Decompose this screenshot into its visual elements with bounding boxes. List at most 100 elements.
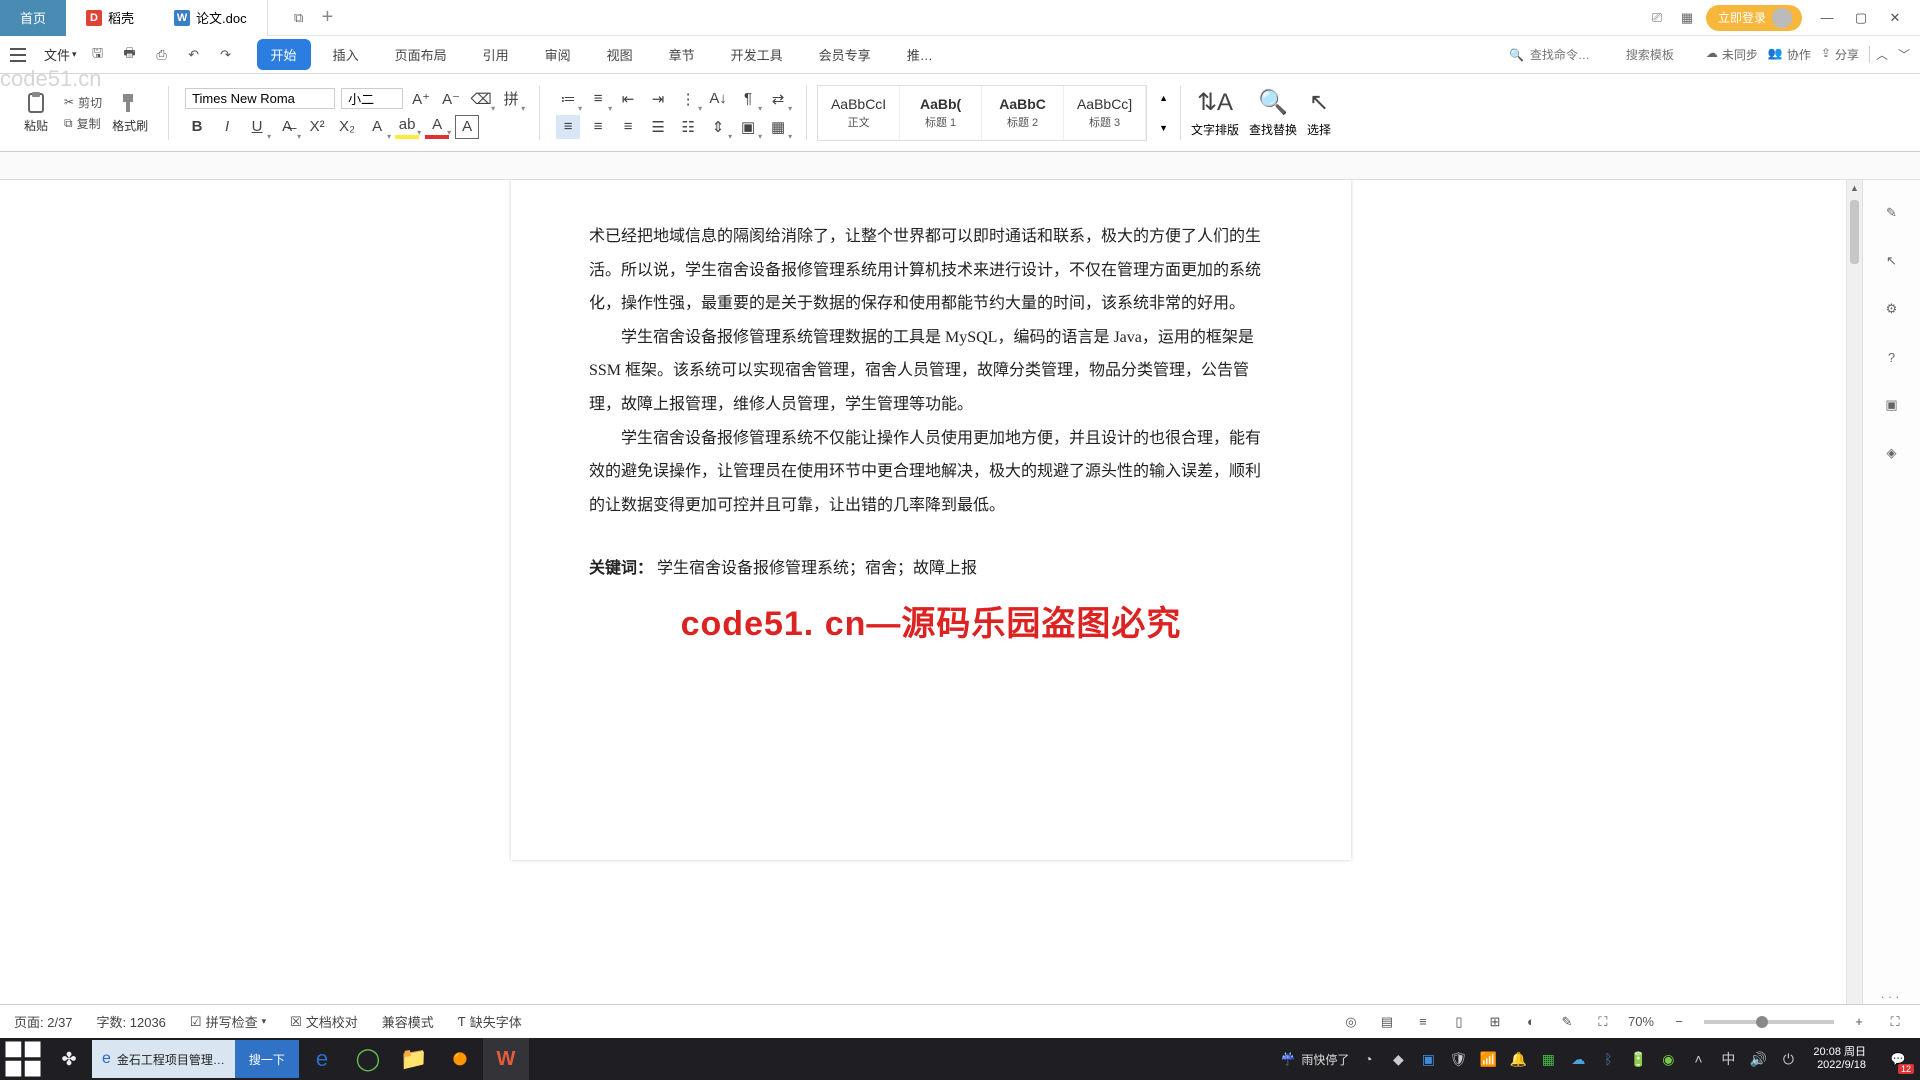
tab-document[interactable]: W 论文.doc [154,0,268,36]
tab-popout-icon[interactable]: ⧉ [288,7,310,29]
tab-add-button[interactable]: + [310,6,346,29]
taskbar-notifications[interactable]: 💬 12 [1876,1038,1920,1080]
ribbon-tab-start[interactable]: 开始 [257,39,311,70]
bullet-list-button[interactable]: ≔ [556,87,580,111]
tray-icon-safe[interactable]: ◉ [1653,1038,1683,1080]
collab-button[interactable]: 👥 协作 [1768,46,1811,63]
menu-hamburger-icon[interactable] [10,43,34,67]
view-fit-icon[interactable]: ⛶ [1592,1011,1614,1033]
ribbon-tab-pagelayout[interactable]: 页面布局 [381,39,461,70]
taskbar-app-explorer[interactable]: 📁 [391,1038,437,1080]
tray-battery-icon[interactable]: 🔋 [1623,1038,1653,1080]
pinyin-button[interactable]: 拼 [499,87,523,111]
command-search[interactable]: 🔍 [1509,48,1696,62]
scroll-thumb[interactable] [1850,200,1859,264]
ribbon-tab-review[interactable]: 审阅 [531,39,585,70]
qat-save-icon[interactable]: 🖫 [87,44,109,66]
tray-icon-3[interactable]: ▣ [1413,1038,1443,1080]
tray-onedrive-icon[interactable]: ☁ [1563,1038,1593,1080]
ribbon-tab-view[interactable]: 视图 [593,39,647,70]
cut-button[interactable]: ✂剪切 [64,94,102,111]
tab-home[interactable]: 首页 [0,0,66,36]
align-center-button[interactable]: ≡ [586,115,610,139]
number-list-button[interactable]: ≡ [586,87,610,111]
qat-preview-icon[interactable]: ⎙ [151,44,173,66]
bold-button[interactable]: B [185,115,209,139]
side-smart-icon[interactable]: ◈ [1879,440,1905,466]
indent-increase-button[interactable]: ⇥ [646,87,670,111]
login-button[interactable]: 立即登录 [1706,5,1802,31]
tray-bell-icon[interactable]: 🔔 [1503,1038,1533,1080]
style-body[interactable]: AaBbCcI正文 [818,86,900,140]
underline-button[interactable]: U [245,115,269,139]
side-settings-icon[interactable]: ⚙ [1879,296,1905,322]
status-spellcheck[interactable]: ☑拼写检查 ▾ [190,1012,266,1031]
align-justify-button[interactable]: ☰ [646,115,670,139]
text-effects-button[interactable]: A [365,115,389,139]
window-minimize-button[interactable]: — [1810,0,1844,36]
zoom-in-button[interactable]: + [1848,1011,1870,1033]
paste-button[interactable]: 粘贴 [14,91,58,134]
ribbon-collapse-down-button[interactable]: ﹀ [1898,46,1910,63]
sort-button[interactable]: A↓ [706,87,730,111]
command-search-input[interactable] [1530,48,1620,62]
side-help-icon[interactable]: ? [1879,344,1905,370]
share-button[interactable]: ⇪ 分享 [1821,46,1859,63]
fullscreen-icon[interactable]: ⛶ [1884,1011,1906,1033]
font-increase-button[interactable]: A⁺ [409,87,433,111]
zoom-slider[interactable] [1704,1020,1834,1024]
border-button[interactable]: ▦ [766,115,790,139]
show-marks-button[interactable]: ¶ [736,87,760,111]
tray-bluetooth-icon[interactable]: ᛒ [1593,1038,1623,1080]
italic-button[interactable]: I [215,115,239,139]
taskbar-clock[interactable]: 20:08 周日 2022/9/18 [1803,1046,1876,1072]
align-left-button[interactable]: ≡ [556,115,580,139]
style-scroll-down-icon[interactable]: ▼ [1159,123,1168,133]
file-menu[interactable]: 文件 ▾ [44,45,77,64]
tray-shield-icon[interactable]: 🛡 [1443,1038,1473,1080]
qat-redo-icon[interactable]: ↷ [215,44,237,66]
style-heading1[interactable]: AaBb(标题 1 [900,86,982,140]
status-missing-font[interactable]: Ƭ缺失字体 [458,1012,522,1031]
indent-decrease-button[interactable]: ⇤ [616,87,640,111]
format-brush-button[interactable]: 格式刷 [108,91,152,134]
tray-network-icon[interactable]: 📶 [1473,1038,1503,1080]
ribbon-tab-more[interactable]: 推… [893,39,947,70]
tray-icon-2[interactable]: ◆ [1383,1038,1413,1080]
ribbon-tab-devtools[interactable]: 开发工具 [717,39,797,70]
ruler-marks-button[interactable]: ⋮ [676,87,700,111]
style-heading3[interactable]: AaBbCc]标题 3 [1064,86,1146,140]
document-text[interactable]: 术已经把地域信息的隔阂给消除了，让整个世界都可以即时通话和联系，极大的方便了人们… [589,220,1273,586]
align-distribute-button[interactable]: ☷ [676,115,700,139]
side-select-icon[interactable]: ↖ [1879,248,1905,274]
mode1-icon[interactable]: ⎚ [1646,7,1668,29]
ribbon-tab-reference[interactable]: 引用 [469,39,523,70]
style-heading2[interactable]: AaBbC标题 2 [982,86,1064,140]
tray-gpu-icon[interactable]: ▦ [1533,1038,1563,1080]
view-page-icon[interactable]: ▤ [1376,1011,1398,1033]
taskbar-app-wps[interactable]: W [483,1038,529,1080]
copilot-icon[interactable]: ✤ [46,1038,92,1080]
status-words[interactable]: 字数: 12036 [97,1012,166,1031]
font-name-select[interactable] [185,88,335,109]
taskbar-app-browser[interactable]: ◯ [345,1038,391,1080]
tabs-button[interactable]: ⇄ [766,87,790,111]
qat-print-icon[interactable]: 🖶 [119,44,141,66]
qat-undo-icon[interactable]: ↶ [183,44,205,66]
subscript-button[interactable]: X₂ [335,115,359,139]
start-button[interactable] [0,1038,46,1080]
status-compat[interactable]: 兼容模式 [382,1012,434,1031]
taskbar-app-ie[interactable]: e [299,1038,345,1080]
taskbar-search-button[interactable]: 搜一下 [235,1040,299,1078]
view-focus-icon[interactable]: ◎ [1340,1011,1362,1033]
ribbon-collapse-up-button[interactable]: ︿ [1869,46,1888,63]
character-border-button[interactable]: A [455,115,479,139]
tray-volume-icon[interactable]: 🔊 [1743,1038,1773,1080]
shading-button[interactable]: ▣ [736,115,760,139]
font-decrease-button[interactable]: A⁻ [439,87,463,111]
align-right-button[interactable]: ≡ [616,115,640,139]
side-image-icon[interactable]: ▣ [1879,392,1905,418]
tray-up-icon[interactable]: ˄ [1683,1038,1713,1080]
text-layout-button[interactable]: ⇅A 文字排版 [1191,88,1239,138]
highlight-button[interactable]: ab [395,115,419,139]
